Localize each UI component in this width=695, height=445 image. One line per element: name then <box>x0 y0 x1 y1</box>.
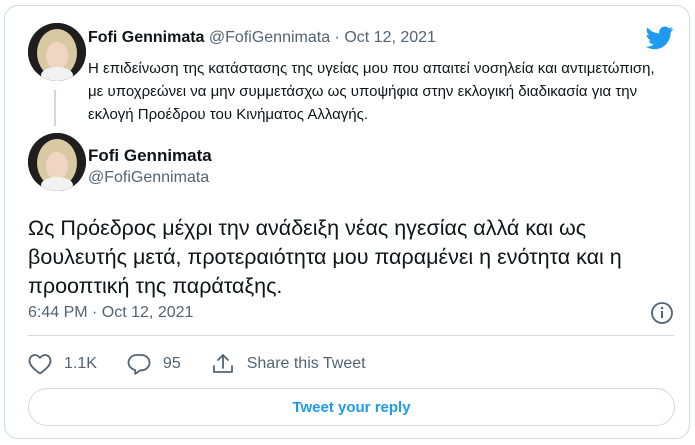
tweet-embed-card: Fofi Gennimata @FofiGennimata · Oct 12, … <box>4 5 690 439</box>
parent-tweet-text: Η επιδείνωση της κατάστασης της υγείας μ… <box>88 60 655 123</box>
parent-separator: · <box>334 29 340 46</box>
main-tweet-text: Ως Πρόεδρος μέχρι την ανάδειξη νέας ηγεσ… <box>28 216 622 298</box>
twitter-bird-icon[interactable] <box>646 26 674 50</box>
share-button[interactable]: Share this Tweet <box>211 353 366 375</box>
main-author-handle[interactable]: @FofiGennimata <box>88 169 209 187</box>
parent-date[interactable]: Oct 12, 2021 <box>344 29 436 46</box>
heart-icon <box>28 354 52 375</box>
reply-bubble-icon <box>127 354 151 375</box>
parent-author-handle[interactable]: @FofiGennimata <box>209 29 330 46</box>
reply-button[interactable]: 95 <box>127 353 181 375</box>
parent-tweet-header: Fofi Gennimata @FofiGennimata · Oct 12, … <box>88 29 436 47</box>
tweet-actions-bar: 1.1K 95 Share this Tweet <box>28 350 396 378</box>
tweet-timestamp[interactable]: 6:44 PM · Oct 12, 2021 <box>28 304 193 322</box>
like-button[interactable]: 1.1K <box>28 353 97 375</box>
parent-avatar[interactable] <box>28 23 86 81</box>
parent-author-name[interactable]: Fofi Gennimata <box>88 29 204 46</box>
like-count: 1.1K <box>64 355 97 372</box>
main-avatar[interactable] <box>28 133 86 191</box>
main-author-name[interactable]: Fofi Gennimata <box>88 146 212 166</box>
share-icon <box>212 354 233 373</box>
timestamp-divider <box>28 335 674 336</box>
share-label: Share this Tweet <box>246 355 366 372</box>
tweet-your-reply-button[interactable]: Tweet your reply <box>28 388 675 426</box>
reply-count: 95 <box>162 355 181 372</box>
thread-connector-line <box>54 90 56 126</box>
info-icon[interactable] <box>650 301 674 325</box>
